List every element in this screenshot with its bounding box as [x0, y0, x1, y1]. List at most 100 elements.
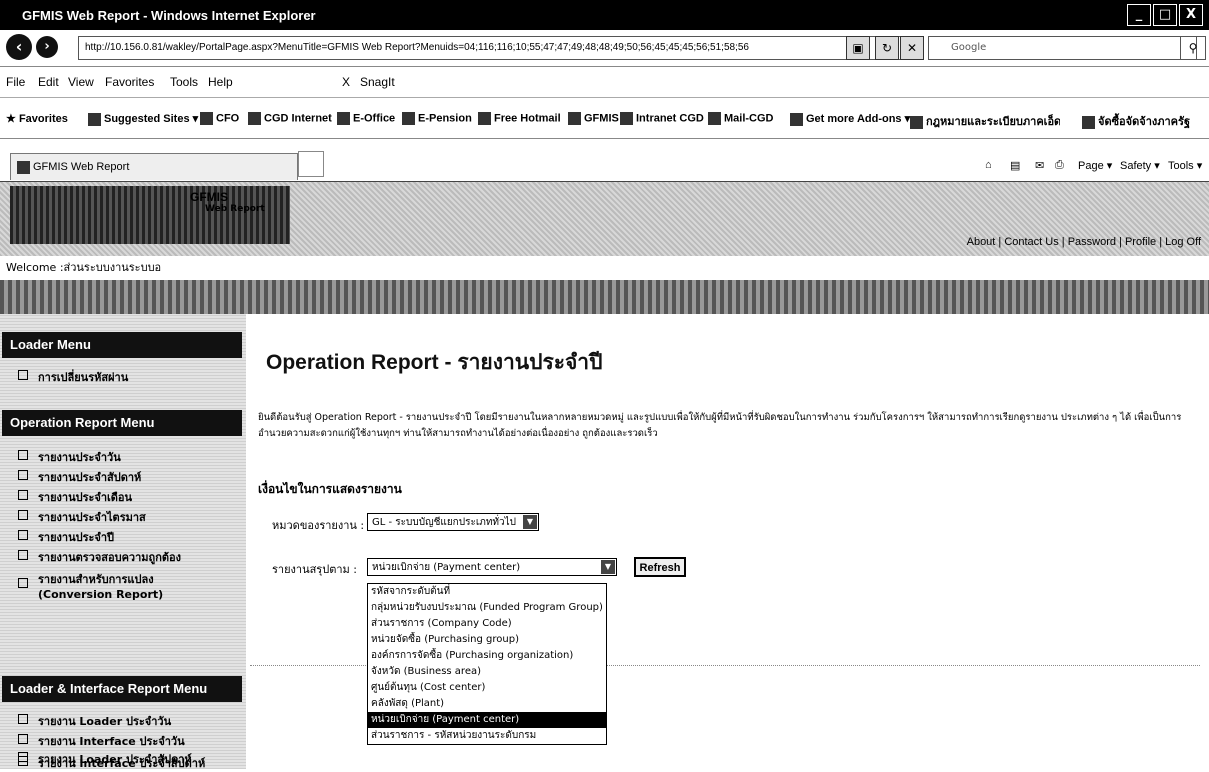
page-menu[interactable]: Page ▾: [1078, 159, 1112, 172]
feeds-icon[interactable]: ▤: [1010, 159, 1020, 172]
forward-button[interactable]: ›: [36, 36, 58, 58]
dropdown-arrow-icon[interactable]: ▼: [601, 560, 615, 574]
menu-tools[interactable]: Tools: [170, 75, 198, 89]
summary-select[interactable]: หน่วยเบิกจ่าย (Payment center) ▼: [367, 558, 617, 576]
ie-page-icon: [337, 112, 350, 125]
menu-file[interactable]: File: [6, 75, 25, 89]
sidebar-item-quarterly[interactable]: รายงานประจำไตรมาส: [18, 508, 146, 526]
bullet-icon: [18, 530, 28, 540]
category-select[interactable]: GL - ระบบบัญชีแยกประเภททั่วไป ▼: [367, 513, 539, 531]
dropdown-option[interactable]: องค์กรการจัดซื้อ (Purchasing organizatio…: [368, 648, 606, 664]
bullet-icon: [18, 490, 28, 500]
loader-menu-heading: Loader Menu: [2, 332, 242, 358]
address-bar-row: ‹ › http://10.156.0.81/wakley/PortalPage…: [0, 30, 1209, 67]
sidebar-item-yearly[interactable]: รายงานประจำปี: [18, 528, 114, 546]
bullet-icon: [18, 734, 28, 744]
refresh-button[interactable]: Refresh: [634, 557, 686, 577]
new-tab-button[interactable]: [298, 151, 324, 177]
fav-thai-law[interactable]: กฎหมายและระเบียบภาคเอ็ดC...: [910, 112, 1060, 130]
mail-icon[interactable]: ✉: [1035, 159, 1044, 172]
favorites-button[interactable]: ★ Favorites: [6, 112, 68, 125]
stop-icon[interactable]: ✕: [900, 36, 924, 60]
ie-page-icon: [248, 112, 261, 125]
ie-page-icon: [1082, 115, 1095, 129]
window-title-bar: GFMIS Web Report - Windows Internet Expl…: [0, 0, 1209, 30]
tab-row: GFMIS Web Report ⌂ ▤ ✉ ⎙ Page ▾ Safety ▾…: [0, 139, 1209, 182]
fav-mail-cgd[interactable]: Mail-CGD: [708, 112, 774, 125]
fav-e-pension[interactable]: E-Pension: [402, 112, 472, 125]
site-icon: [88, 112, 101, 126]
fav-e-office[interactable]: E-Office: [337, 112, 395, 125]
bullet-icon: [18, 470, 28, 480]
bullet-icon: [18, 550, 28, 560]
url-input[interactable]: http://10.156.0.81/wakley/PortalPage.asp…: [78, 36, 901, 60]
menu-view[interactable]: View: [68, 75, 94, 89]
top-links[interactable]: About | Contact Us | Password | Profile …: [967, 236, 1201, 248]
window-controls: _ □ X: [1127, 4, 1203, 26]
dropdown-option[interactable]: หน่วยจัดซื้อ (Purchasing group): [368, 632, 606, 648]
fav-suggested-sites[interactable]: Suggested Sites ▾: [88, 112, 198, 126]
dropdown-option[interactable]: กลุ่มหน่วยรับงบประมาณ (Funded Program Gr…: [368, 600, 606, 616]
sidebar-item-monthly[interactable]: รายงานประจำเดือน: [18, 488, 132, 506]
sidebar-item-loader-daily[interactable]: รายงาน Loader ประจำวัน: [18, 712, 171, 730]
sidebar: Loader Menu การเปลี่ยนรหัสผ่าน Operation…: [0, 314, 246, 769]
dropdown-option[interactable]: ศูนย์ต้นทุน (Cost center): [368, 680, 606, 696]
dropdown-arrow-icon[interactable]: ▼: [523, 515, 537, 529]
snagit-button[interactable]: SnagIt: [360, 75, 395, 89]
maximize-button[interactable]: □: [1153, 4, 1177, 26]
interface-menu-heading: Loader & Interface Report Menu: [2, 676, 242, 702]
fav-cfo[interactable]: CFO: [200, 112, 239, 125]
ie-page-icon: [478, 112, 491, 125]
safety-menu[interactable]: Safety ▾: [1120, 159, 1160, 172]
dropdown-option[interactable]: จังหวัด (Business area): [368, 664, 606, 680]
sidebar-item-verification[interactable]: รายงานตรวจสอบความถูกต้อง: [18, 548, 181, 566]
ie-page-icon: [402, 112, 415, 125]
dropdown-option[interactable]: ส่วนราชการ (Company Code): [368, 616, 606, 632]
fav-procurement[interactable]: จัดซื้อจัดจ้างภาครัฐ: [1082, 112, 1202, 130]
fav-gfmis[interactable]: GFMIS: [568, 112, 619, 125]
welcome-text: Welcome :ส่วนระบบงานระบบอ: [0, 256, 1209, 280]
search-input[interactable]: Google: [928, 36, 1197, 60]
menu-favorites[interactable]: Favorites: [105, 75, 154, 89]
summary-dropdown-list[interactable]: รหัสจากระดับต้นที่ กลุ่มหน่วยรับงบประมาณ …: [367, 583, 607, 745]
search-icon[interactable]: ⚲: [1180, 36, 1206, 60]
window-title: GFMIS Web Report - Windows Internet Expl…: [22, 8, 316, 23]
sidebar-item-change-password[interactable]: การเปลี่ยนรหัสผ่าน: [18, 368, 128, 386]
sidebar-item-interface-daily[interactable]: รายงาน Interface ประจำวัน: [18, 732, 185, 750]
logo-subtitle: Web Report: [205, 204, 265, 214]
fav-get-more-addons[interactable]: Get more Add-ons ▾: [790, 112, 910, 126]
fav-intranet-cgd[interactable]: Intranet CGD: [620, 112, 704, 125]
operation-menu-heading: Operation Report Menu: [2, 410, 242, 436]
bullet-icon: [18, 578, 28, 588]
menu-bar: File Edit View Favorites Tools Help X Sn…: [0, 67, 1209, 98]
dropdown-option[interactable]: ส่วนราชการ - รหัสหน่วยงานระดับกรม: [368, 728, 606, 744]
menu-help[interactable]: Help: [208, 75, 233, 89]
sidebar-item-weekly[interactable]: รายงานประจำสัปดาห์: [18, 468, 141, 486]
bullet-icon: [18, 714, 28, 724]
toolbar-close-icon[interactable]: X: [342, 75, 350, 89]
ie-page-icon: [17, 160, 30, 174]
fav-cgd-internet[interactable]: CGD Internet: [248, 112, 332, 125]
print-icon[interactable]: ⎙: [1055, 159, 1064, 172]
ie-page-icon: [620, 112, 633, 125]
dropdown-option[interactable]: หน่วยเบิกจ่าย (Payment center): [368, 712, 606, 728]
page-header-banner: GFMIS Web Report About | Contact Us | Pa…: [0, 182, 1209, 256]
tab-gfmis-web-report[interactable]: GFMIS Web Report: [10, 153, 298, 180]
page-title: Operation Report - รายงานประจำปี: [266, 351, 603, 374]
dropdown-option[interactable]: รหัสจากระดับต้นที่: [368, 584, 606, 600]
tools-menu[interactable]: Tools ▾: [1168, 159, 1202, 172]
sidebar-item-daily[interactable]: รายงานประจำวัน: [18, 448, 121, 466]
refresh-page-icon[interactable]: ↻: [875, 36, 899, 60]
menu-edit[interactable]: Edit: [38, 75, 59, 89]
dropdown-option[interactable]: คลังพัสดุ (Plant): [368, 696, 606, 712]
page-description: ยินดีต้อนรับสู่ Operation Report - รายงา…: [258, 412, 1182, 439]
home-icon[interactable]: ⌂: [985, 159, 992, 171]
back-button[interactable]: ‹: [6, 34, 32, 60]
compat-icon[interactable]: ▣: [846, 36, 870, 60]
close-window-button[interactable]: X: [1179, 4, 1203, 26]
minimize-button[interactable]: _: [1127, 4, 1151, 26]
fav-free-hotmail[interactable]: Free Hotmail: [478, 112, 561, 125]
sidebar-item-interface-weekly[interactable]: รายงาน Interface ประจำสัปดาห์: [18, 754, 205, 772]
bullet-icon: [18, 370, 28, 380]
sidebar-item-conversion[interactable]: รายงานสำหรับการแปลง (Conversion Report): [18, 570, 228, 601]
